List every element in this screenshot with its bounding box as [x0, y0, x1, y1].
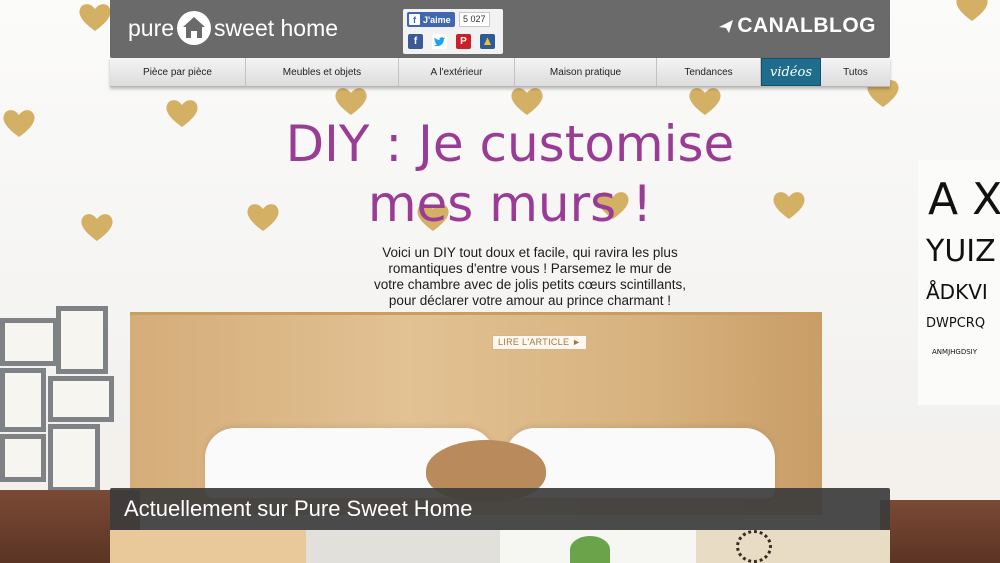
canalblog-label: CANALBLOG: [737, 14, 876, 37]
nav-item-piece-par-piece[interactable]: Pièce par pièce: [110, 58, 246, 86]
hero-description-line: pour déclarer votre amour au prince char…: [388, 293, 672, 308]
thumbnail[interactable]: [696, 530, 890, 563]
heart-decal: [78, 2, 112, 32]
facebook-like-label: J'aime: [423, 14, 451, 25]
hero-description-line: romantiques d'entre vous ! Parsemez le m…: [388, 261, 672, 276]
wall-frame: [0, 434, 46, 482]
eye-chart-row: A X: [928, 174, 1000, 225]
facebook-like-button[interactable]: f J'aime: [407, 12, 455, 27]
eye-chart-row: YUIZ: [926, 234, 996, 269]
wall-frame: [56, 306, 108, 374]
thumbnail[interactable]: [500, 530, 696, 563]
hero-description-line: Voici un DIY tout doux et facile, qui ra…: [382, 245, 678, 260]
read-article-button[interactable]: LIRE L'ARTICLE ►: [492, 335, 588, 350]
nav-item-exterieur[interactable]: A l'extérieur: [399, 58, 515, 86]
nav-item-tutos[interactable]: Tutos: [821, 58, 890, 86]
wall-frame: [0, 368, 46, 432]
hero-title-line: mes murs !: [367, 175, 653, 233]
site-logo[interactable]: pure sweet home: [128, 10, 338, 46]
wall-frame: [48, 376, 114, 422]
facebook-like-count: 5 027: [459, 12, 490, 27]
heart-decal: [510, 86, 544, 116]
facebook-icon[interactable]: f: [408, 34, 423, 49]
wall-frame: [48, 424, 100, 492]
eye-chart-row: ANMJHGDSIY: [932, 348, 977, 356]
main-navigation: Pièce par pièce Meubles et objets A l'ex…: [110, 58, 890, 87]
twitter-icon[interactable]: [432, 34, 447, 49]
thumbnail[interactable]: [306, 530, 500, 563]
eye-chart-poster: A X YUIZ ÅDKVI DWPCRQ ANMJHGDSIY: [918, 160, 1000, 405]
eye-chart-row: DWPCRQ: [926, 316, 986, 331]
hero-description-line: votre chambre avec de jolis petits cœurs…: [373, 277, 687, 292]
article-thumbnails: [110, 530, 890, 563]
heart-decal: [955, 0, 989, 22]
thumbnail[interactable]: [110, 530, 306, 563]
eye-chart-row: ÅDKVI: [926, 280, 988, 304]
heart-decal: [2, 108, 36, 138]
pinterest-icon[interactable]: P: [456, 34, 471, 49]
logo-text-pure: pure: [128, 14, 175, 41]
hero-description: Voici un DIY tout doux et facile, qui ra…: [330, 245, 730, 309]
nav-item-tendances[interactable]: Tendances: [657, 58, 761, 86]
nav-item-maison-pratique[interactable]: Maison pratique: [515, 58, 657, 86]
nav-item-meubles-et-objets[interactable]: Meubles et objets: [246, 58, 399, 86]
current-section-title: Actuellement sur Pure Sweet Home: [124, 496, 473, 521]
heart-decal: [165, 98, 199, 128]
social-widget: f J'aime 5 027 f P: [403, 9, 503, 54]
hero-title[interactable]: DIY : Je customise mes murs !: [240, 114, 780, 234]
paper-plane-icon: [719, 20, 734, 33]
facebook-icon: f: [409, 14, 420, 25]
logo-text-sweet-home: sweet home: [214, 14, 339, 41]
chandelier-icon: [736, 530, 772, 563]
heart-decal: [80, 212, 114, 242]
nav-item-videos[interactable]: vidéos: [761, 58, 821, 86]
house-icon: [177, 11, 212, 45]
canalblog-logo[interactable]: CANALBLOG: [718, 14, 876, 38]
heart-decal: [688, 86, 722, 116]
wall-frame: [0, 318, 58, 366]
heart-decal: [334, 86, 368, 116]
hero-title-line: DIY : Je customise: [285, 115, 735, 173]
bookmark-icon[interactable]: [480, 34, 495, 49]
plant-icon: [570, 536, 610, 563]
nightstand: [880, 500, 1000, 563]
site-header: pure sweet home f J'aime 5 027 f P CANAL…: [110, 0, 890, 58]
current-section-bar: Actuellement sur Pure Sweet Home: [110, 488, 890, 530]
